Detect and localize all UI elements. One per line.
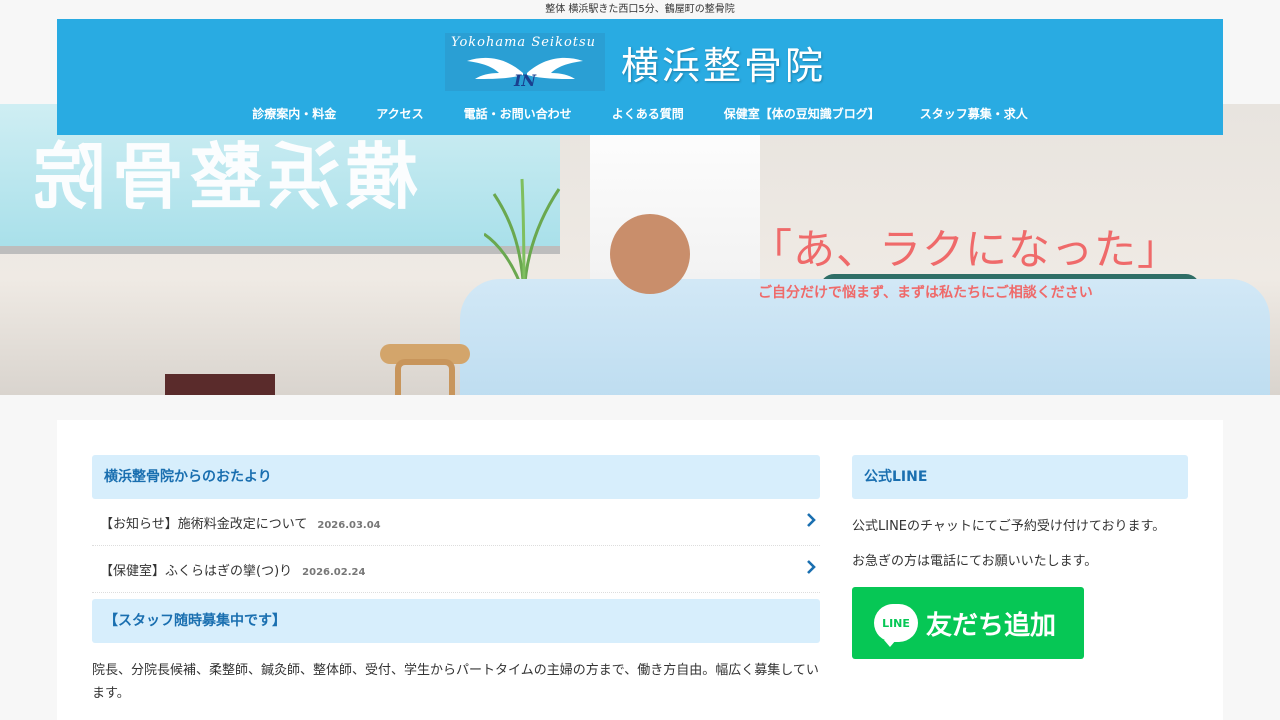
hero-banner: 横浜整骨院 「あ、ラクになった」 ご自分だけで悩まず、まずは私たちにご相談くださ… <box>0 104 1280 395</box>
logo-mark: Yokohama Seikotsu IN <box>445 33 605 91</box>
site-tagline: 整体 横浜駅きた西口5分、鶴屋町の整骨院 <box>545 4 735 15</box>
line-button-label: 友だち追加 <box>926 610 1057 641</box>
line-icon-text: LINE <box>882 616 910 630</box>
nav-item-faq[interactable]: よくある質問 <box>592 103 704 125</box>
nav-item-blog[interactable]: 保健室【体の豆知識ブログ】 <box>704 103 900 125</box>
main-content: 横浜整骨院からのおたより 【お知らせ】施術料金改定について 2026.03.04… <box>57 420 1223 720</box>
hero-headline: 「あ、ラクになった」 <box>750 225 1181 274</box>
line-text-reservation: 公式LINEのチャットにてご予約受け付けております。 <box>852 519 1166 534</box>
logo-script: Yokohama Seikotsu <box>451 35 597 50</box>
right-column: 公式LINE 公式LINEのチャットにてご予約受け付けております。 お急ぎの方は… <box>852 455 1188 659</box>
line-heading: 公式LINE <box>852 455 1188 499</box>
plant-icon <box>484 178 561 294</box>
nav-item-recruit[interactable]: スタッフ募集・求人 <box>900 103 1048 125</box>
news-title: 【保健室】ふくらはぎの攣(つ)り <box>100 563 293 579</box>
wings-icon: IN <box>467 57 583 87</box>
recruit-text: 院長、分院長候補、柔整師、鍼灸師、整体師、受付、学生からパートタイムの主婦の方ま… <box>92 663 819 701</box>
therapist-arm <box>610 214 690 294</box>
chevron-right-icon <box>806 560 816 578</box>
chevron-right-icon <box>806 513 816 531</box>
left-column: 横浜整骨院からのおたより 【お知らせ】施術料金改定について 2026.03.04… <box>92 455 820 705</box>
news-item[interactable]: 【お知らせ】施術料金改定について 2026.03.04 <box>92 499 820 546</box>
nav-item-contact[interactable]: 電話・お問い合わせ <box>444 103 592 125</box>
main-nav: 診療案内・料金 アクセス 電話・お問い合わせ よくある質問 保健室【体の豆知識ブ… <box>57 103 1223 125</box>
site-header: Yokohama Seikotsu IN 横浜整骨院 診療案内・料金 アクセス … <box>57 19 1223 135</box>
nav-item-access[interactable]: アクセス <box>356 103 443 125</box>
news-heading: 横浜整骨院からのおたより <box>92 455 820 499</box>
news-date: 2026.03.04 <box>317 519 381 531</box>
hero-subline: ご自分だけで悩まず、まずは私たちにご相談ください <box>758 285 1093 301</box>
nav-item-services[interactable]: 診療案内・料金 <box>232 103 356 125</box>
stool-legs <box>395 359 455 395</box>
logo-title: 横浜整骨院 <box>621 43 827 88</box>
logo-mark-text: IN <box>513 71 537 87</box>
recruit-heading: 【スタッフ随時募集中です】 <box>92 599 820 643</box>
line-icon: LINE <box>874 604 918 647</box>
line-add-friend-button[interactable]: LINE 友だち追加 <box>852 587 1084 659</box>
line-text-phone: お急ぎの方は電話にてお願いいたします。 <box>852 554 1098 569</box>
floor-box <box>165 374 275 395</box>
site-logo[interactable]: Yokohama Seikotsu IN 横浜整骨院 <box>445 31 855 93</box>
news-item[interactable]: 【保健室】ふくらはぎの攣(つ)り 2026.02.24 <box>92 546 820 593</box>
news-title: 【お知らせ】施術料金改定について <box>100 516 308 532</box>
news-date: 2026.02.24 <box>302 566 366 578</box>
